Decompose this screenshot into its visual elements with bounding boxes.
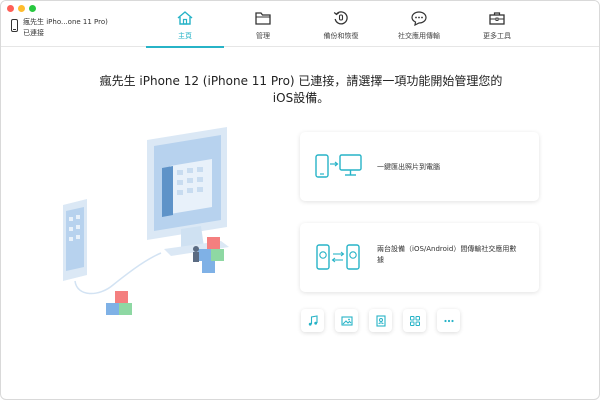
top-toolbar: 瘋先生 iPho...one 11 Pro) 已連接 主頁 管理 備份和恢復 社…	[1, 1, 599, 48]
chat-transfer-icon	[411, 11, 427, 26]
backup-restore-icon	[333, 11, 348, 25]
more-icon	[443, 319, 454, 322]
toolbox-icon	[489, 12, 505, 25]
devices-illustration	[63, 127, 229, 315]
window-controls	[7, 5, 36, 12]
photo-button[interactable]	[335, 309, 358, 332]
tab-backup-restore[interactable]: 備份和恢復	[302, 1, 380, 47]
export-photos-card[interactable]: 一鍵匯出照片到電腦	[300, 132, 539, 201]
tab-social-label: 社交應用傳輸	[398, 32, 440, 40]
minimize-window-button[interactable]	[18, 5, 25, 12]
close-window-button[interactable]	[7, 5, 14, 12]
apps-icon	[409, 315, 420, 326]
tab-more-tools[interactable]: 更多工具	[458, 1, 536, 47]
headline-line-1: 瘋先生 iPhone 12 (iPhone 11 Pro) 已連接，請選擇一項功…	[99, 74, 503, 88]
more-button[interactable]	[437, 309, 460, 332]
device-status: 已連接	[23, 29, 44, 37]
device-name: 瘋先生 iPho...one 11 Pro)	[23, 18, 108, 26]
apps-button[interactable]	[403, 309, 426, 332]
device-selector[interactable]: 瘋先生 iPho...one 11 Pro) 已連接	[11, 17, 108, 39]
tab-more-label: 更多工具	[483, 32, 511, 40]
tab-home[interactable]: 主頁	[146, 1, 224, 48]
social-transfer-label: 兩台設備（iOS/Android）間傳輸社交應用數據	[377, 245, 517, 264]
phone-icon	[11, 19, 18, 32]
folder-icon	[255, 12, 271, 25]
tab-backup-label: 備份和恢復	[323, 32, 359, 40]
photo-icon	[340, 315, 353, 326]
tab-manage[interactable]: 管理	[224, 1, 302, 47]
social-transfer-card[interactable]: 兩台設備（iOS/Android）間傳輸社交應用數據	[300, 223, 539, 292]
phone-to-phone-chat-icon	[316, 244, 360, 270]
music-icon	[308, 314, 318, 326]
contact-button[interactable]	[369, 309, 392, 332]
phone-to-computer-icon	[315, 154, 362, 178]
music-button[interactable]	[301, 309, 324, 332]
app-window: 瘋先生 iPho...one 11 Pro) 已連接 主頁 管理 備份和恢復 社…	[0, 0, 600, 400]
export-photos-label: 一鍵匯出照片到電腦	[377, 163, 440, 171]
tab-home-label: 主頁	[178, 32, 192, 40]
maximize-window-button[interactable]	[29, 5, 36, 12]
tab-manage-label: 管理	[256, 32, 270, 40]
headline-line-2: iOS設備。	[272, 91, 330, 105]
tab-social-transfer[interactable]: 社交應用傳輸	[380, 1, 458, 47]
quick-tools	[301, 309, 460, 332]
page-title: 瘋先生 iPhone 12 (iPhone 11 Pro) 已連接，請選擇一項功…	[1, 73, 599, 107]
contact-icon	[375, 314, 386, 327]
main-nav: 主頁 管理 備份和恢復 社交應用傳輸 更多工具	[146, 1, 536, 48]
home-icon	[177, 11, 193, 25]
